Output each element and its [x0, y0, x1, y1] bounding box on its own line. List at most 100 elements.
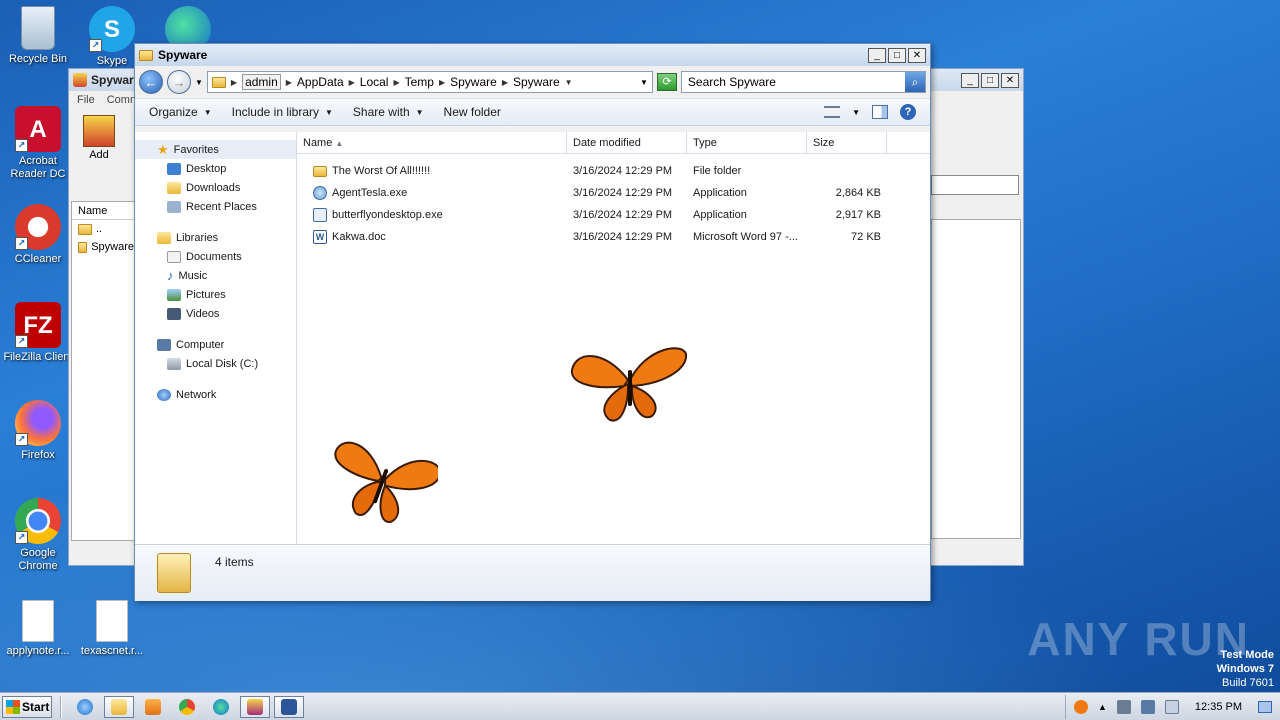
taskbar-word[interactable]	[274, 695, 304, 718]
address-bar[interactable]: ▶ admin ▶ AppData ▶ Local ▶ Temp ▶ Spywa…	[206, 71, 653, 93]
new-folder-button[interactable]: New folder	[444, 105, 501, 119]
nav-pictures[interactable]: Pictures	[135, 285, 296, 304]
show-hidden-icons[interactable]: ▲	[1098, 702, 1107, 712]
nav-downloads[interactable]: Downloads	[135, 178, 296, 197]
butterfly-overlay-1[interactable]	[566, 340, 690, 424]
navigation-pane[interactable]: ★ Favorites Desktop Downloads Recent Plac…	[135, 132, 297, 544]
column-header-size[interactable]: Size	[807, 132, 887, 153]
nav-recent-places[interactable]: Recent Places	[135, 197, 296, 216]
desktop-icon-chrome[interactable]: ↗ Google Chrome	[0, 498, 76, 573]
desktop-icon-ccleaner[interactable]: ↗ CCleaner	[0, 204, 76, 266]
breadcrumb-appdata[interactable]: AppData	[297, 75, 344, 89]
nav-desktop[interactable]: Desktop	[135, 159, 296, 178]
desktop-icon-applynote[interactable]: applynote.r...	[0, 600, 76, 658]
show-desktop-button[interactable]	[1258, 700, 1272, 713]
taskbar-media-player[interactable]	[138, 696, 168, 718]
nav-music[interactable]: ♪ Music	[135, 266, 296, 285]
organize-button[interactable]: Organize ▼	[149, 105, 212, 119]
file-size: 72 KB	[851, 231, 881, 243]
list-item[interactable]: Spyware	[72, 238, 134, 256]
folder-icon	[111, 698, 127, 715]
nav-favorites[interactable]: ★ Favorites	[135, 140, 296, 159]
maximize-button[interactable]: □	[888, 48, 906, 63]
taskbar-ie[interactable]	[70, 696, 100, 718]
windows-version-line: Windows 7	[1216, 663, 1274, 675]
bg-list-header-name[interactable]: Name	[72, 202, 134, 220]
explorer-titlebar[interactable]: Spyware	[135, 44, 930, 66]
breadcrumb-spyware[interactable]: Spyware	[450, 75, 497, 89]
nav-computer[interactable]: Computer	[135, 335, 296, 354]
view-options-dropdown[interactable]: ▼	[852, 108, 860, 117]
application-icon	[313, 186, 327, 200]
preview-pane-icon[interactable]	[872, 105, 888, 119]
nav-local-disk[interactable]: Local Disk (C:)	[135, 354, 296, 373]
change-view-icon[interactable]	[824, 106, 841, 118]
nav-videos[interactable]: Videos	[135, 304, 296, 323]
column-label: Name	[303, 137, 333, 149]
action-center-flag-icon[interactable]	[1164, 699, 1179, 714]
menu-file[interactable]: File	[77, 94, 95, 106]
taskbar-chrome[interactable]	[172, 696, 202, 718]
breadcrumb-arrow[interactable]: ▼	[565, 78, 573, 87]
desktop-icon-recycle-bin[interactable]: Recycle Bin	[0, 6, 76, 66]
desktop-icon-texascnet[interactable]: texascnet.r...	[74, 600, 150, 658]
breadcrumb-arrow[interactable]: ▶	[349, 78, 355, 87]
documents-icon	[167, 250, 181, 263]
help-icon[interactable]: ?	[900, 104, 916, 120]
explorer-window[interactable]: Spyware _ □ ✕ ← → ▼ ▶ admin ▶ AppData ▶ …	[134, 43, 931, 601]
desktop-icon-filezilla[interactable]: FZ ↗ FileZilla Client	[0, 302, 76, 364]
column-header-date[interactable]: Date modified	[567, 132, 687, 153]
refresh-button[interactable]: ⟳	[656, 73, 677, 91]
file-row[interactable]: butterflyondesktop.exe 3/16/2024 12:29 P…	[297, 204, 930, 226]
share-with-button[interactable]: Share with ▼	[353, 105, 424, 119]
breadcrumb-arrow[interactable]: ▶	[393, 78, 399, 87]
forward-button[interactable]: →	[167, 70, 191, 94]
network-tray-icon[interactable]	[1140, 699, 1155, 714]
start-button[interactable]: Start	[2, 695, 52, 718]
close-button[interactable]: ✕	[1001, 73, 1019, 88]
recent-pages-dropdown[interactable]: ▼	[195, 78, 203, 87]
close-button[interactable]: ✕	[908, 48, 926, 63]
column-header-name[interactable]: Name ▲	[297, 132, 567, 153]
desktop-icon-acrobat[interactable]: A ↗ Acrobat Reader DC	[0, 106, 76, 181]
taskbar-edge[interactable]	[206, 696, 236, 718]
bg-file-list[interactable]: Name .. Spyware	[71, 201, 135, 541]
butterfly-overlay-2[interactable]	[324, 432, 438, 532]
file-row[interactable]: The Worst Of All!!!!!! 3/16/2024 12:29 P…	[297, 160, 930, 182]
minimize-button[interactable]: _	[961, 73, 979, 88]
desktop-icon-firefox[interactable]: ↗ Firefox	[0, 400, 76, 462]
search-input[interactable]: Search Spyware ⌕	[680, 71, 926, 93]
nav-network[interactable]: Network	[135, 385, 296, 404]
volume-icon[interactable]	[1116, 699, 1131, 714]
butterfly-tray-icon[interactable]	[1073, 699, 1088, 714]
file-type: Microsoft Word 97 -...	[693, 231, 798, 243]
file-row[interactable]: AgentTesla.exe 3/16/2024 12:29 PM Applic…	[297, 182, 930, 204]
taskbar-winrar[interactable]	[240, 695, 270, 718]
breadcrumb-temp[interactable]: Temp	[405, 75, 434, 89]
file-date: 3/16/2024 12:29 PM	[573, 165, 673, 177]
nav-libraries[interactable]: Libraries	[135, 228, 296, 247]
bg-path-combo[interactable]	[931, 175, 1019, 195]
breadcrumb-arrow[interactable]: ▶	[502, 78, 508, 87]
column-header-type[interactable]: Type	[687, 132, 807, 153]
taskbar-explorer[interactable]	[104, 695, 134, 718]
nav-documents[interactable]: Documents	[135, 247, 296, 266]
breadcrumb-local[interactable]: Local	[360, 75, 389, 89]
file-row[interactable]: W Kakwa.doc 3/16/2024 12:29 PM Microsoft …	[297, 226, 930, 248]
minimize-button[interactable]: _	[868, 48, 886, 63]
breadcrumb-arrow[interactable]: ▶	[286, 78, 292, 87]
include-in-library-button[interactable]: Include in library ▼	[232, 105, 333, 119]
firefox-icon: ↗	[15, 400, 61, 446]
chrome-icon	[179, 698, 195, 715]
breadcrumb-arrow[interactable]: ▶	[439, 78, 445, 87]
back-button[interactable]: ←	[139, 70, 163, 94]
add-button[interactable]: Add	[77, 115, 121, 161]
list-item[interactable]: ..	[72, 220, 134, 238]
maximize-button[interactable]: □	[981, 73, 999, 88]
breadcrumb-spyware-current[interactable]: Spyware	[513, 75, 560, 89]
breadcrumb-root-arrow[interactable]: ▶	[231, 78, 237, 87]
breadcrumb-admin[interactable]: admin	[242, 74, 281, 90]
clock[interactable]: 12:35 PM	[1189, 701, 1248, 713]
address-history-dropdown[interactable]: ▼	[640, 78, 648, 87]
search-icon[interactable]: ⌕	[905, 72, 925, 92]
